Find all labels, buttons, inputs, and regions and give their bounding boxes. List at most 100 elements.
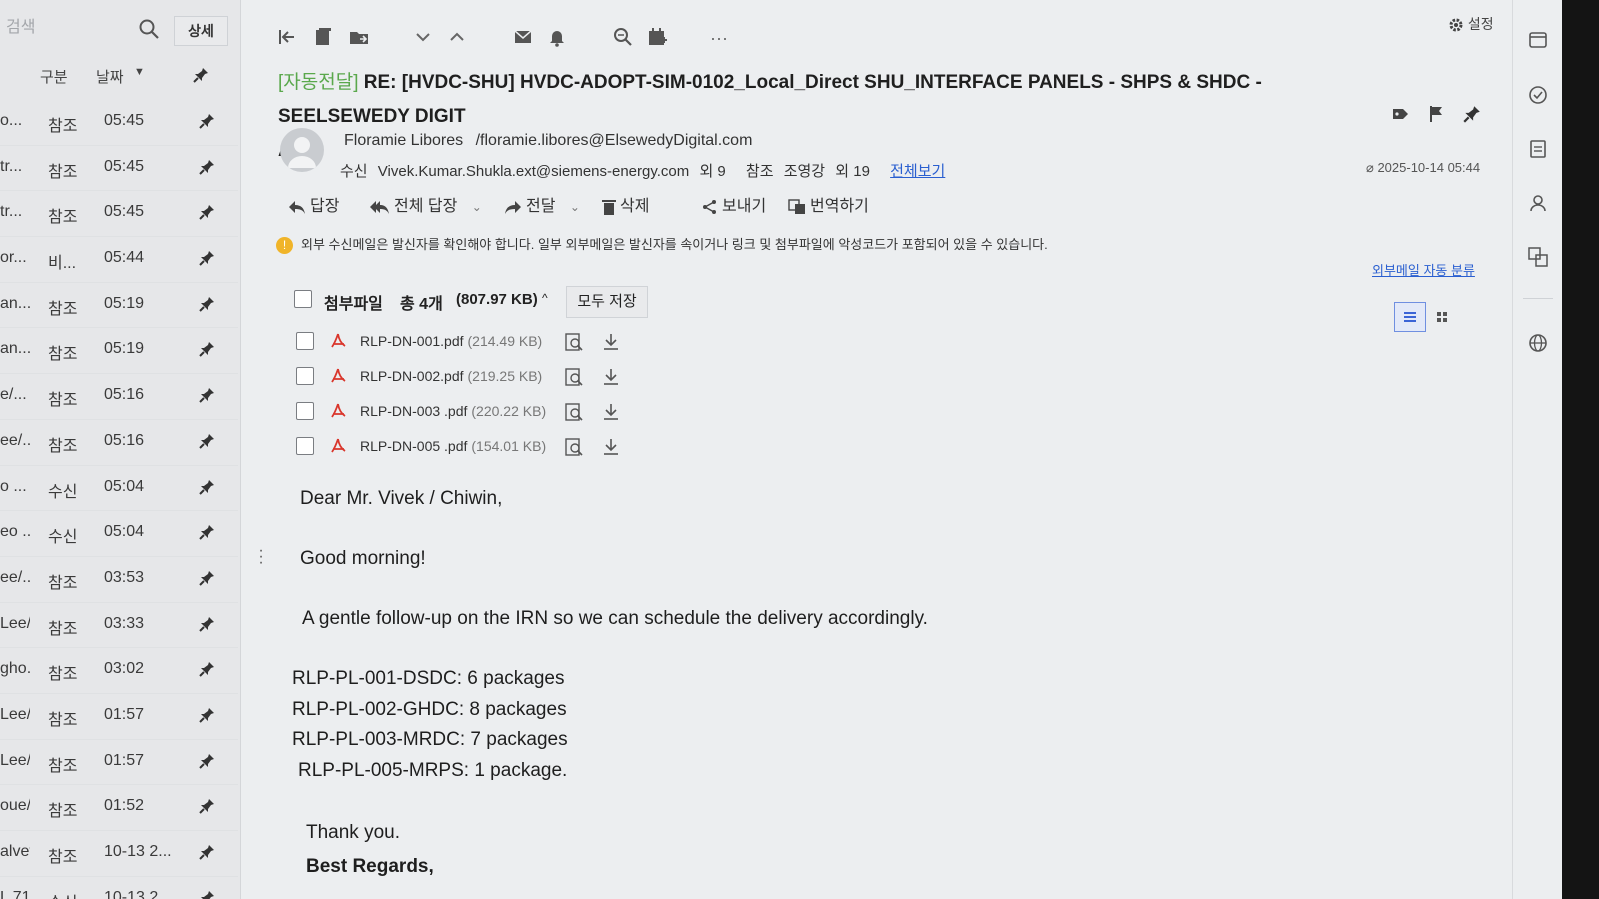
mail-list-row[interactable]: Lee/... 참조 01:57	[0, 740, 238, 786]
mail-list-row[interactable]: an... 참조 05:19	[0, 328, 238, 375]
reply-button[interactable]: 답장	[288, 192, 339, 216]
mail-list-row[interactable]: L 71 ... 수신 10-13 2...	[0, 877, 238, 899]
collapse-left-icon[interactable]	[276, 26, 298, 48]
task-check-icon[interactable]	[1527, 84, 1549, 106]
select-all-attachments-checkbox[interactable]	[294, 290, 312, 308]
pin-icon[interactable]	[198, 249, 216, 267]
pin-icon[interactable]	[198, 158, 216, 176]
sort-down-icon[interactable]: ▼	[134, 66, 145, 78]
pin-icon[interactable]	[198, 752, 216, 770]
reply-all-button[interactable]: 전체 답장 ⌄	[370, 192, 482, 216]
download-icon[interactable]	[602, 367, 620, 387]
pin-icon[interactable]	[198, 797, 216, 815]
zoom-icon[interactable]	[612, 26, 634, 48]
download-icon[interactable]	[602, 402, 620, 422]
pin-icon[interactable]	[198, 432, 216, 450]
mail-list-row[interactable]: an... 참조 05:19	[0, 283, 238, 329]
collapse-attachments-icon[interactable]: ^	[542, 291, 548, 305]
download-icon[interactable]	[602, 437, 620, 457]
pin-icon[interactable]	[198, 615, 216, 633]
translate-panel-icon[interactable]	[1527, 246, 1549, 268]
column-date-header[interactable]: 날짜	[96, 66, 124, 87]
pin-icon[interactable]	[198, 386, 216, 404]
mail-list-row[interactable]: o ... 수신 05:04	[0, 466, 238, 512]
pin-icon[interactable]	[1462, 104, 1482, 124]
attachment-checkbox[interactable]	[296, 332, 314, 350]
to-address[interactable]: Vivek.Kumar.Shukla.ext@siemens-energy.co…	[378, 163, 689, 180]
attachment-checkbox[interactable]	[296, 402, 314, 420]
cc-name[interactable]: 조영강	[784, 163, 825, 180]
pane-resize-handle[interactable]: · · ·	[258, 543, 264, 571]
move-folder-icon[interactable]	[348, 26, 370, 48]
calendar-icon[interactable]	[1527, 28, 1549, 50]
forward-dropdown-icon[interactable]: ⌄	[570, 200, 580, 214]
sender-name[interactable]: Floramie Libores	[344, 132, 463, 149]
mail-list-row[interactable]: tr... 참조 05:45	[0, 146, 238, 192]
mail-list-row[interactable]: Lee/... 참조 03:33	[0, 603, 238, 649]
pin-icon[interactable]	[198, 295, 216, 313]
save-all-button[interactable]: 모두 저장	[566, 286, 648, 318]
mail-list-row[interactable]: or... 비... 05:44	[0, 237, 238, 283]
pin-icon[interactable]	[198, 112, 216, 130]
view-all-recipients-link[interactable]: 전체보기	[890, 163, 945, 180]
forward-button[interactable]: 전달 ⌄	[504, 192, 580, 216]
mail-icon[interactable]	[512, 26, 534, 48]
pin-icon[interactable]	[198, 843, 216, 861]
more-options-icon[interactable]: ···	[710, 28, 740, 50]
copy-icon[interactable]	[312, 26, 334, 48]
attachment-checkbox[interactable]	[296, 437, 314, 455]
download-icon[interactable]	[602, 332, 620, 352]
preview-icon[interactable]	[564, 332, 584, 352]
chevron-down-icon[interactable]	[412, 26, 434, 48]
list-view-button[interactable]	[1394, 302, 1426, 332]
settings-button[interactable]: 설정	[1448, 14, 1494, 34]
mail-list-row[interactable]: o... 참조 05:45	[0, 100, 238, 146]
column-type-header[interactable]: 구분	[40, 66, 68, 87]
attachment-name[interactable]: RLP-DN-001.pdf (214.49 KB)	[360, 333, 542, 349]
tag-icon[interactable]	[1390, 104, 1410, 124]
mail-list-row[interactable]: gho... 참조 03:02	[0, 648, 238, 694]
calendar-add-icon[interactable]	[646, 26, 668, 48]
mail-list-row[interactable]: ee/... 참조 03:53	[0, 557, 238, 603]
pin-icon[interactable]	[198, 660, 216, 678]
mail-list-row[interactable]: e/... 참조 05:16	[0, 374, 238, 420]
to-more-count[interactable]: 외 9	[699, 163, 725, 180]
chevron-up-icon[interactable]	[446, 26, 468, 48]
preview-icon[interactable]	[564, 437, 584, 457]
pin-icon[interactable]	[198, 478, 216, 496]
cc-more-count[interactable]: 외 19	[835, 163, 870, 180]
auto-classify-link[interactable]: 외부메일 자동 분류	[1372, 260, 1475, 279]
attachment-checkbox[interactable]	[296, 367, 314, 385]
contacts-icon[interactable]	[1527, 192, 1549, 214]
pin-icon[interactable]	[198, 340, 216, 358]
mail-list-row[interactable]: oue/i... 참조 01:52	[0, 785, 238, 831]
mail-list-row[interactable]: tr... 참조 05:45	[0, 191, 238, 238]
preview-icon[interactable]	[564, 367, 584, 387]
pin-icon[interactable]	[198, 523, 216, 541]
mail-list-row[interactable]: alvet ... 참조 10-13 2...	[0, 831, 238, 877]
pin-icon[interactable]	[198, 706, 216, 724]
search-input[interactable]	[6, 14, 156, 42]
mail-list-row[interactable]: Lee/... 참조 01:57	[0, 694, 238, 740]
detail-search-button[interactable]: 상세	[174, 16, 228, 46]
pin-icon[interactable]	[198, 569, 216, 587]
pin-icon[interactable]	[198, 203, 216, 221]
sender-address[interactable]: /floramie.libores@ElsewedyDigital.com	[476, 132, 753, 149]
search-icon[interactable]	[138, 18, 160, 40]
note-icon[interactable]	[1527, 138, 1549, 160]
attachment-name[interactable]: RLP-DN-003 .pdf (220.22 KB)	[360, 403, 546, 419]
flag-icon[interactable]	[1426, 104, 1446, 124]
globe-icon[interactable]	[1527, 332, 1549, 354]
mail-list-row[interactable]: eo ... 수신 05:04	[0, 511, 238, 557]
preview-icon[interactable]	[564, 402, 584, 422]
reply-all-dropdown-icon[interactable]: ⌄	[472, 200, 482, 214]
bell-icon[interactable]	[546, 26, 568, 48]
send-button[interactable]: 보내기	[702, 192, 766, 216]
pin-icon[interactable]	[198, 889, 216, 899]
attachment-name[interactable]: RLP-DN-002.pdf (219.25 KB)	[360, 368, 542, 384]
pin-icon[interactable]	[192, 66, 210, 84]
translate-button[interactable]: 번역하기	[788, 192, 869, 216]
delete-button[interactable]: 삭제	[602, 192, 649, 216]
attachment-name[interactable]: RLP-DN-005 .pdf (154.01 KB)	[360, 438, 546, 454]
grid-view-button[interactable]	[1426, 302, 1458, 332]
